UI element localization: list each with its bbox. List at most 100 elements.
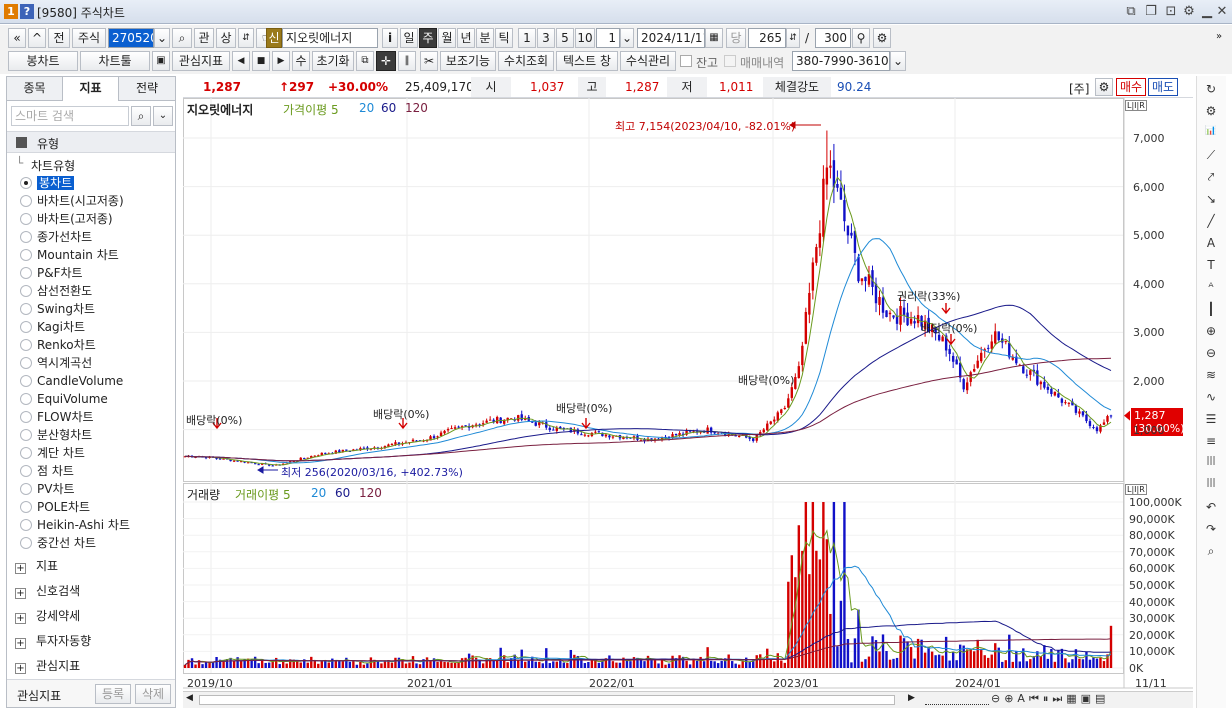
copy-window-icon[interactable]: ❐ bbox=[1142, 3, 1160, 21]
scroll-left-icon[interactable]: ◀ bbox=[232, 51, 250, 71]
radio-icon[interactable] bbox=[20, 393, 32, 405]
close-icon[interactable]: ✕ bbox=[1213, 3, 1231, 21]
zoom-in-icon[interactable]: ⊕ bbox=[1200, 324, 1222, 343]
chart-type-option[interactable]: 삼선전환도 bbox=[20, 283, 92, 300]
chart-type-option[interactable]: 역시계곡선 bbox=[20, 355, 92, 372]
wave-icon[interactable]: ∿ bbox=[1200, 390, 1222, 409]
search-icon[interactable]: ⌕ bbox=[172, 28, 192, 48]
chart-type-option[interactable]: 분산형차트 bbox=[20, 427, 92, 444]
collapse-icon[interactable]: ⌄ bbox=[153, 106, 173, 126]
type-group-header[interactable]: 유형 bbox=[7, 131, 175, 153]
scroll-right-icon[interactable]: ▶ bbox=[272, 51, 290, 71]
sang-button[interactable]: 상 bbox=[216, 28, 236, 48]
interval-5-button[interactable]: 5 bbox=[556, 28, 574, 48]
radio-icon[interactable] bbox=[20, 267, 32, 279]
radio-icon[interactable] bbox=[20, 339, 32, 351]
line-icon[interactable]: ╱ bbox=[1200, 214, 1222, 233]
link-icon[interactable]: ⧉ bbox=[1122, 3, 1140, 21]
su-button[interactable]: 수 bbox=[292, 51, 310, 71]
register-button[interactable]: 등록 bbox=[95, 684, 131, 704]
sell-button[interactable]: 매도 bbox=[1148, 78, 1178, 96]
zoom-controls[interactable]: ⊖⊕A⏮⏸⏭▦▣▤ bbox=[991, 692, 1109, 706]
radio-icon[interactable] bbox=[20, 411, 32, 423]
radio-icon[interactable] bbox=[20, 213, 32, 225]
candle-chart-button[interactable]: 봉차트 bbox=[8, 51, 78, 71]
radio-icon[interactable] bbox=[20, 429, 32, 441]
zoom-slider[interactable] bbox=[925, 695, 989, 705]
section-1[interactable]: + 신호검색 bbox=[15, 582, 80, 599]
sidebar-search-icon[interactable]: ⌕ bbox=[131, 106, 151, 126]
section-3[interactable]: + 투자자동향 bbox=[15, 632, 91, 649]
smart-search-input[interactable]: 스마트 검색 bbox=[11, 106, 129, 126]
columns-icon[interactable]: ||| bbox=[1200, 478, 1222, 497]
formula-manage-button[interactable]: 수식관리 bbox=[620, 51, 676, 71]
chart-icon[interactable]: 📊 bbox=[1200, 126, 1222, 145]
period-5-button[interactable]: 틱 bbox=[495, 28, 513, 48]
window-icon[interactable]: ⧉ bbox=[356, 51, 374, 71]
info-button[interactable]: i bbox=[382, 28, 398, 48]
radio-icon[interactable] bbox=[20, 465, 32, 477]
chart-type-option[interactable]: PV차트 bbox=[20, 481, 75, 498]
chart-area[interactable] bbox=[183, 98, 1193, 708]
nav-prev-button[interactable]: « bbox=[8, 28, 26, 48]
chart-type-option[interactable]: 바차트(고저종) bbox=[20, 211, 113, 228]
radio-icon[interactable] bbox=[20, 321, 32, 333]
section-0[interactable]: + 지표 bbox=[15, 557, 58, 574]
expand-plus-icon[interactable]: + bbox=[15, 588, 26, 599]
chart-type-option[interactable]: Swing차트 bbox=[20, 301, 95, 318]
gear-icon[interactable]: ⚙ bbox=[1180, 3, 1198, 21]
trade-history-checkbox[interactable] bbox=[724, 55, 736, 67]
zoom-search-icon[interactable]: ⚲ bbox=[852, 28, 870, 48]
value-lookup-button[interactable]: 수치조회 bbox=[498, 51, 554, 71]
fav-indicator-button[interactable]: 관심지표 bbox=[172, 51, 230, 71]
code-dropdown-icon[interactable]: ⌄ bbox=[154, 28, 170, 48]
radio-icon[interactable] bbox=[20, 177, 32, 189]
chart-type-option[interactable]: 봉차트 bbox=[20, 175, 75, 192]
radio-icon[interactable] bbox=[20, 447, 32, 459]
buy-button[interactable]: 매수 bbox=[1116, 78, 1146, 96]
radio-icon[interactable] bbox=[20, 249, 32, 261]
tab-strategy[interactable]: 전략 bbox=[119, 77, 175, 101]
bars-icon[interactable]: ||| bbox=[1200, 456, 1222, 475]
refresh-icon[interactable]: ↻ bbox=[1200, 82, 1222, 101]
section-4[interactable]: + 관심지표 bbox=[15, 657, 80, 674]
radio-icon[interactable] bbox=[20, 537, 32, 549]
radio-icon[interactable] bbox=[20, 519, 32, 531]
date-input[interactable]: 2024/11/11 bbox=[637, 28, 705, 48]
relation-button[interactable]: 관 bbox=[194, 28, 214, 48]
trend-line-icon[interactable]: ⟋ bbox=[1200, 148, 1222, 167]
radio-icon[interactable] bbox=[20, 195, 32, 207]
period-4-button[interactable]: 분 bbox=[476, 28, 494, 48]
help-icon[interactable]: ? bbox=[20, 4, 34, 19]
radio-icon[interactable] bbox=[20, 483, 32, 495]
account-dropdown-icon[interactable]: ⌄ bbox=[890, 51, 906, 71]
quote-settings-icon[interactable]: ⚙ bbox=[1095, 78, 1113, 96]
chart-type-option[interactable]: Mountain 차트 bbox=[20, 247, 119, 264]
scroll-right-arrow-icon[interactable]: ▶ bbox=[908, 693, 915, 703]
scissors-icon[interactable]: ✂ bbox=[420, 51, 438, 71]
expand-plus-icon[interactable]: + bbox=[15, 638, 26, 649]
chart-type-option[interactable]: 바차트(시고저종) bbox=[20, 193, 124, 210]
count-dropdown-icon[interactable]: ⌄ bbox=[620, 28, 634, 48]
arrow-line-icon[interactable]: ↘ bbox=[1200, 192, 1222, 211]
aux-function-button[interactable]: 보조기능 bbox=[440, 51, 496, 71]
radio-icon[interactable] bbox=[20, 231, 32, 243]
market-button[interactable]: 주식 bbox=[72, 28, 106, 48]
chart-type-option[interactable]: 점 차트 bbox=[20, 463, 74, 480]
interval-10-button[interactable]: 10 bbox=[575, 28, 595, 48]
chart-type-option[interactable]: FLOW차트 bbox=[20, 409, 94, 426]
radio-icon[interactable] bbox=[20, 357, 32, 369]
nav-up-button[interactable]: ^ bbox=[28, 28, 46, 48]
interval-3-button[interactable]: 3 bbox=[537, 28, 555, 48]
tab-indicators[interactable]: 지표 bbox=[63, 77, 119, 101]
tab-stocks[interactable]: 종목 bbox=[7, 77, 63, 101]
chart-type-option[interactable]: 종가선차트 bbox=[20, 229, 92, 246]
balance-checkbox[interactable] bbox=[680, 55, 692, 67]
prev-stock-button[interactable]: 전 bbox=[48, 28, 70, 48]
candle-tool-icon[interactable]: ┃ bbox=[1200, 302, 1222, 321]
chart-type-option[interactable]: EquiVolume bbox=[20, 391, 108, 408]
radio-icon[interactable] bbox=[20, 285, 32, 297]
save-icon[interactable]: ▣ bbox=[152, 51, 170, 71]
scroll-track[interactable] bbox=[199, 695, 895, 705]
bars-count-input[interactable]: 265 bbox=[748, 28, 786, 48]
